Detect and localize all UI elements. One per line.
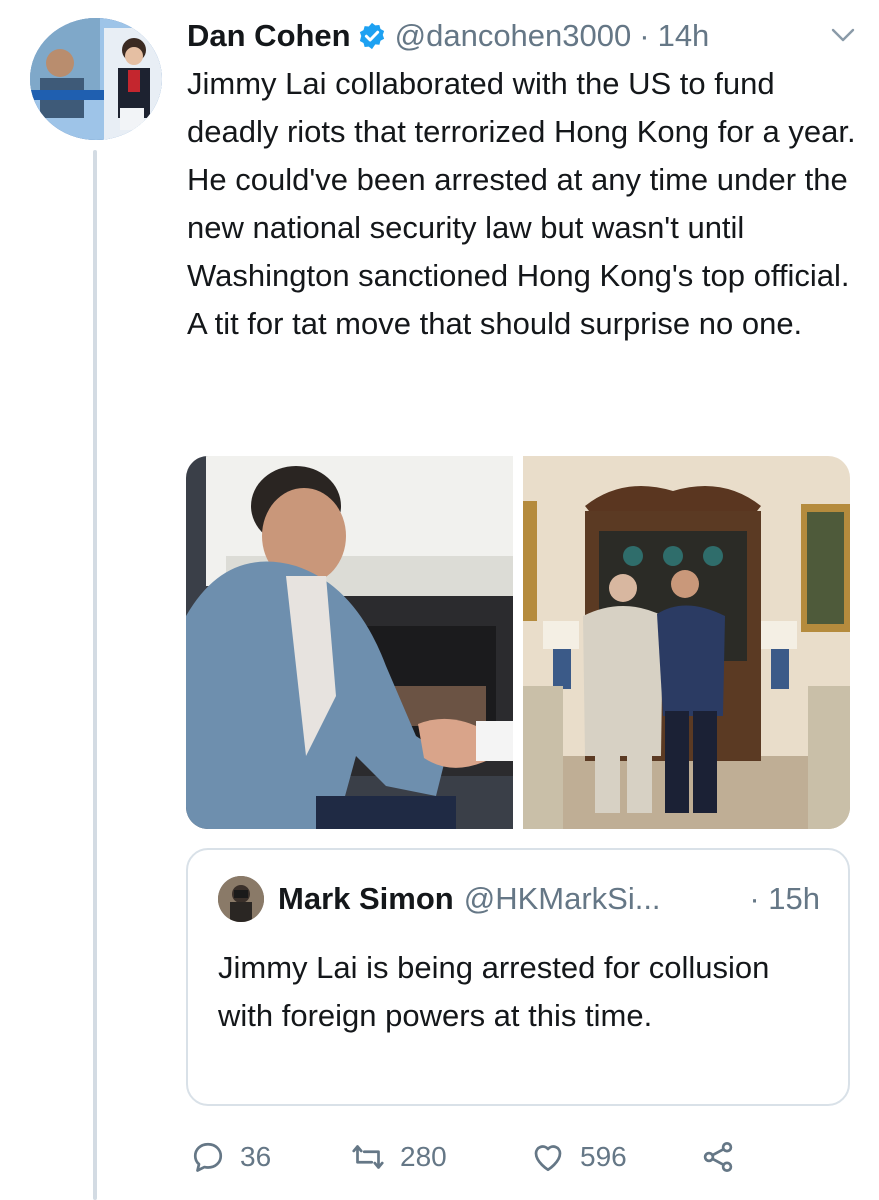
quoted-tweet-header: Mark Simon @HKMarkSi... · 15h: [218, 876, 820, 922]
quoted-tweet-timestamp: · 15h: [749, 881, 820, 917]
header-separator: ·: [639, 18, 650, 53]
share-icon: [703, 1142, 733, 1172]
photo-handshake[interactable]: [186, 456, 513, 829]
quoted-author-name: Mark Simon: [278, 881, 454, 916]
media-grid: [186, 456, 850, 829]
tweet-text: Jimmy Lai collaborated with the US to fu…: [187, 66, 856, 341]
tweet-timestamp[interactable]: 14h: [658, 18, 710, 54]
reply-icon: [193, 1142, 223, 1172]
quoted-avatar-image: [218, 876, 264, 922]
quoted-author-avatar: [218, 876, 264, 922]
photo-standing[interactable]: [523, 456, 850, 829]
author-avatar[interactable]: [30, 18, 162, 140]
action-bar: 36 280 596: [190, 1132, 750, 1182]
avatar-image: [30, 18, 162, 140]
tweet-header: Dan Cohen @dancohen3000 · 14h: [187, 14, 859, 58]
quoted-author-handle: @HKMarkSi...: [463, 881, 661, 916]
reply-button[interactable]: 36: [190, 1139, 350, 1175]
photo-handshake-image: [186, 456, 513, 829]
like-button[interactable]: 596: [530, 1139, 700, 1175]
quoted-tweet[interactable]: Mark Simon @HKMarkSi... · 15h Jimmy Lai …: [186, 848, 850, 1106]
quoted-tweet-text: Jimmy Lai is being arrested for collusio…: [218, 950, 770, 1033]
photo-standing-image: [523, 456, 850, 829]
like-count: 596: [580, 1141, 627, 1172]
reply-count: 36: [240, 1141, 272, 1172]
retweet-button[interactable]: 280: [350, 1139, 530, 1175]
quoted-time: 15h: [768, 881, 820, 916]
author-handle[interactable]: @dancohen3000: [395, 18, 632, 54]
share-button[interactable]: [700, 1139, 736, 1175]
retweet-count: 280: [400, 1141, 447, 1172]
chevron-down-icon[interactable]: [827, 22, 859, 50]
author-name[interactable]: Dan Cohen: [187, 18, 351, 54]
thread-line: [93, 150, 97, 1200]
heart-icon: [534, 1145, 562, 1172]
retweet-icon: [352, 1145, 384, 1169]
verified-badge-icon: [359, 22, 384, 50]
quoted-separator: ·: [749, 881, 760, 916]
